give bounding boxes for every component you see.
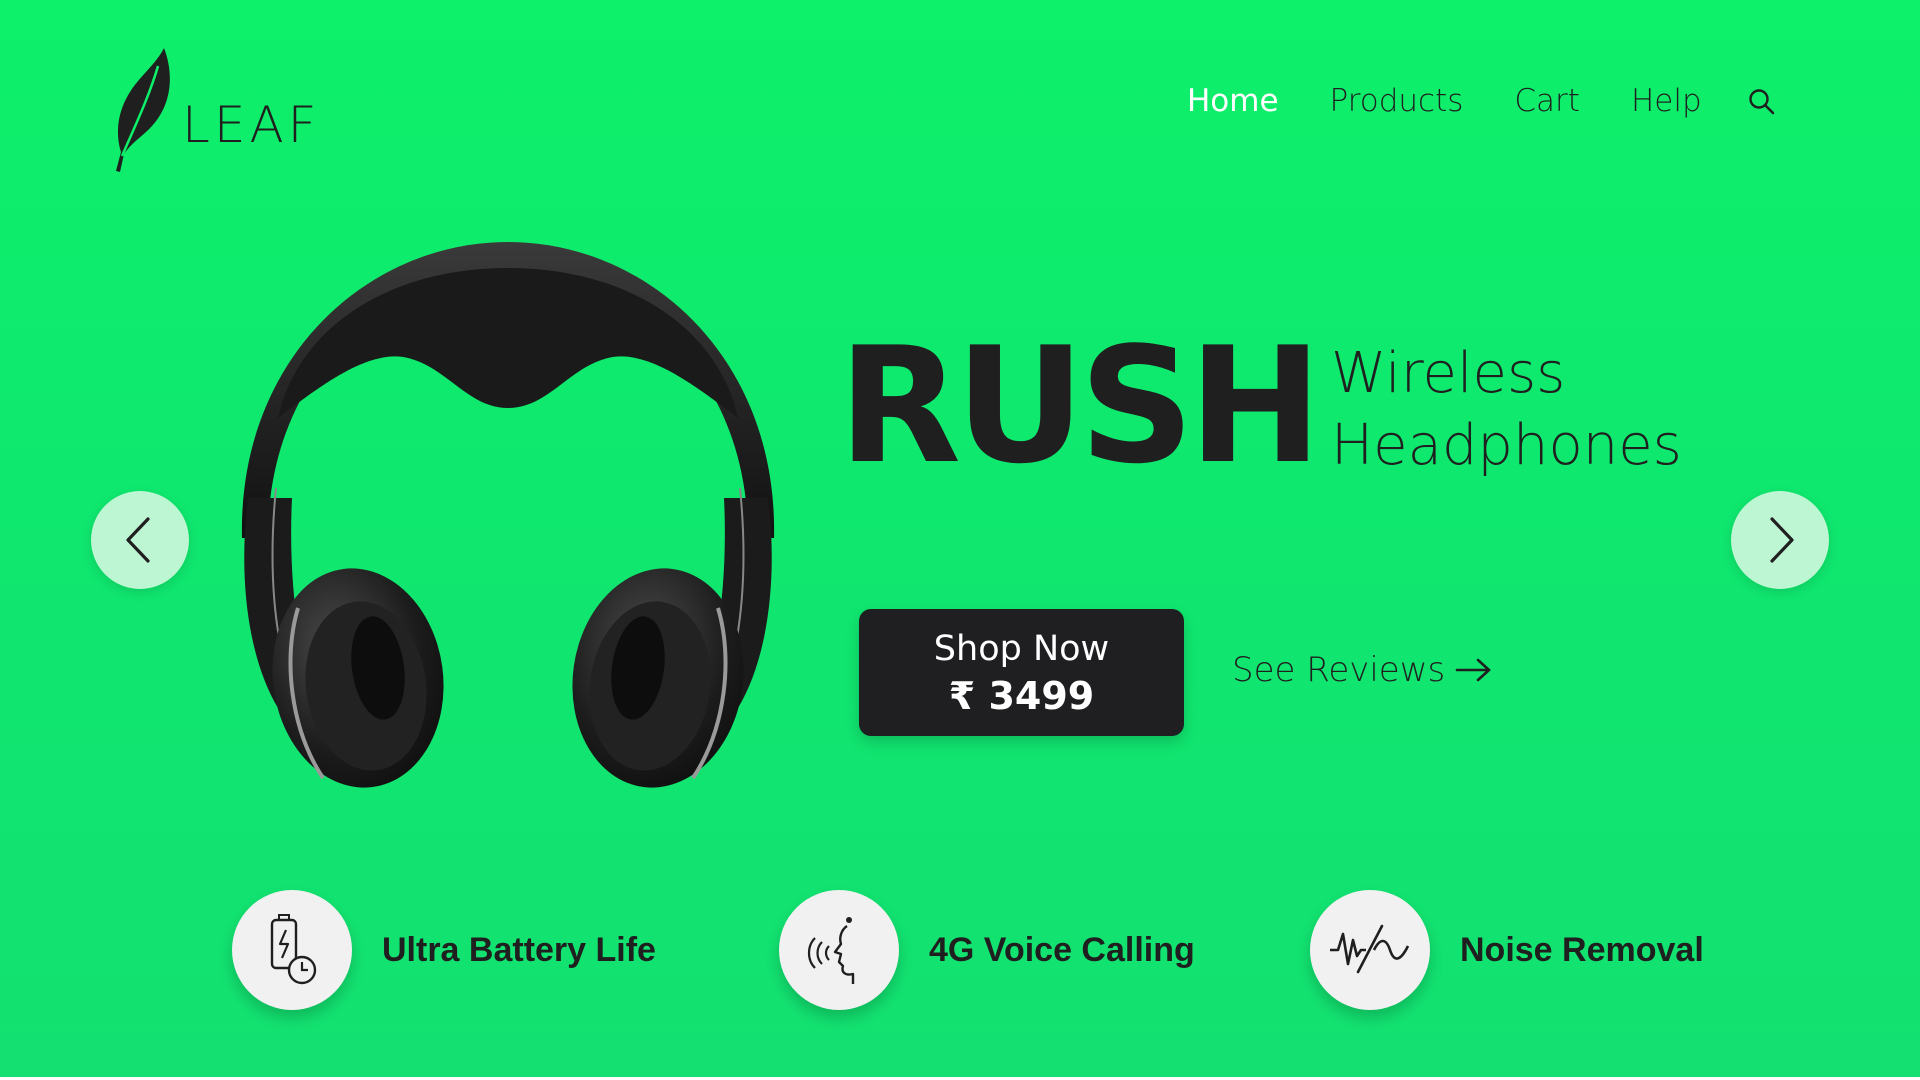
feature-icon-circle: [232, 890, 352, 1010]
feature-label: Noise Removal: [1460, 930, 1704, 969]
price-label: ₹ 3499: [948, 673, 1095, 718]
nav-item-help[interactable]: Help: [1631, 86, 1702, 117]
chevron-right-icon: [1770, 517, 1794, 563]
nav-item-products[interactable]: Products: [1330, 86, 1464, 117]
feature-label: 4G Voice Calling: [929, 930, 1195, 969]
shop-now-label: Shop Now: [933, 628, 1110, 669]
product-subtitle-line2: Headphones: [1331, 413, 1682, 478]
battery-clock-icon: [270, 914, 317, 985]
nav-item-cart[interactable]: Cart: [1514, 86, 1580, 117]
see-reviews-label: See Reviews: [1232, 650, 1446, 690]
product-subtitle-line1: Wireless: [1331, 341, 1566, 406]
product-subtitle: Wireless Headphones: [1331, 338, 1682, 482]
headphones-image: [241, 242, 775, 788]
arrow-right-icon: [1455, 658, 1491, 682]
noise-wave-icon: [1330, 924, 1410, 974]
shop-now-button[interactable]: Shop Now ₹ 3499: [859, 609, 1184, 736]
feature-icon-circle: [779, 890, 899, 1010]
search-icon: [1748, 88, 1774, 114]
carousel-next-button[interactable]: [1731, 491, 1829, 589]
carousel-prev-button[interactable]: [91, 491, 189, 589]
feature-icon-circle: [1310, 890, 1430, 1010]
feature-label: Ultra Battery Life: [382, 930, 656, 969]
see-reviews-link[interactable]: See Reviews: [1232, 650, 1493, 690]
feature-battery: Ultra Battery Life: [232, 890, 656, 1010]
feature-voice-calling: 4G Voice Calling: [779, 890, 1195, 1010]
nav-item-home[interactable]: Home: [1187, 86, 1279, 117]
leaf-icon: [116, 48, 170, 172]
voice-speaking-icon: [807, 917, 855, 984]
brand-name: LEAF: [182, 96, 321, 154]
product-name: RUSH: [838, 312, 1322, 499]
feature-noise-removal: Noise Removal: [1310, 890, 1704, 1010]
chevron-left-icon: [126, 517, 150, 563]
brand-logo[interactable]: LEAF: [112, 44, 320, 174]
search-button[interactable]: [1747, 87, 1777, 117]
main-nav: Home Products Cart Help: [1187, 86, 1777, 117]
